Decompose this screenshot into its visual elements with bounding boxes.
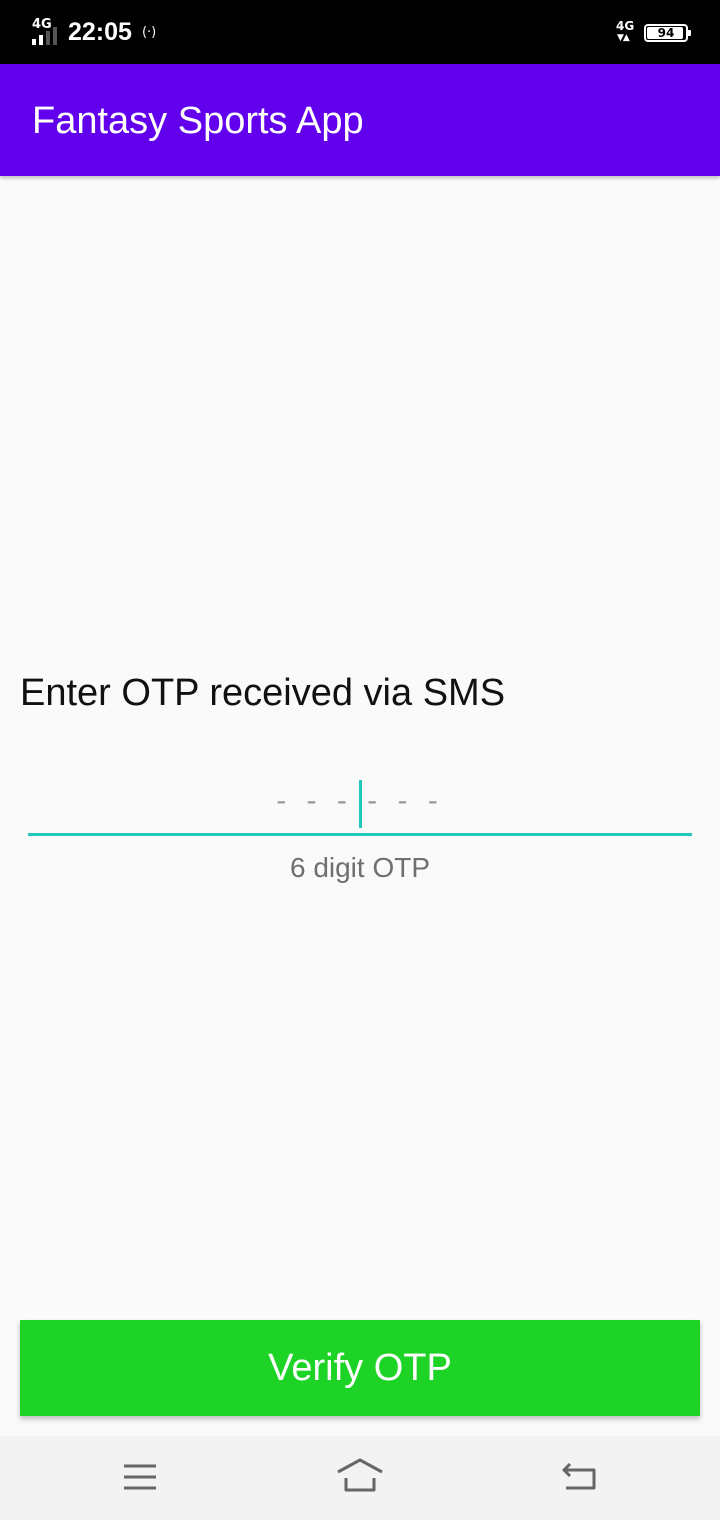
status-left: 4G 22:05 (·) — [30, 14, 156, 50]
clock: 22:05 — [68, 17, 132, 46]
otp-input-underline — [28, 833, 692, 836]
network-type-label-right: 4G — [616, 19, 635, 33]
home-icon[interactable] — [336, 1456, 384, 1500]
battery-icon: 94 — [644, 24, 691, 42]
battery-level: 94 — [657, 26, 675, 40]
app-bar: Fantasy Sports App — [0, 64, 720, 176]
text-cursor — [359, 780, 362, 828]
navigation-bar — [0, 1436, 720, 1520]
hotspot-icon: (·) — [141, 24, 157, 40]
menu-icon[interactable] — [116, 1456, 164, 1500]
data-arrows-icon: ▼▲ — [617, 33, 630, 43]
screen: 4G 22:05 (·) 4G ▼▲ 94 Fantasy Sports App… — [0, 0, 720, 1520]
verify-otp-button[interactable]: Verify OTP — [20, 1320, 700, 1416]
otp-helper-text: 6 digit OTP — [289, 852, 431, 883]
otp-prompt: Enter OTP received via SMS — [20, 672, 506, 714]
signal-icon: 4G — [30, 17, 62, 47]
otp-input[interactable]: - - - - - - — [28, 770, 692, 840]
mobile-data-icon: 4G ▼▲ — [616, 19, 640, 47]
status-bar: 4G 22:05 (·) 4G ▼▲ 94 — [0, 0, 720, 64]
status-right: 4G ▼▲ 94 — [616, 18, 691, 48]
back-icon[interactable] — [556, 1456, 604, 1500]
app-title: Fantasy Sports App — [32, 100, 364, 142]
network-type-label: 4G — [32, 17, 52, 32]
